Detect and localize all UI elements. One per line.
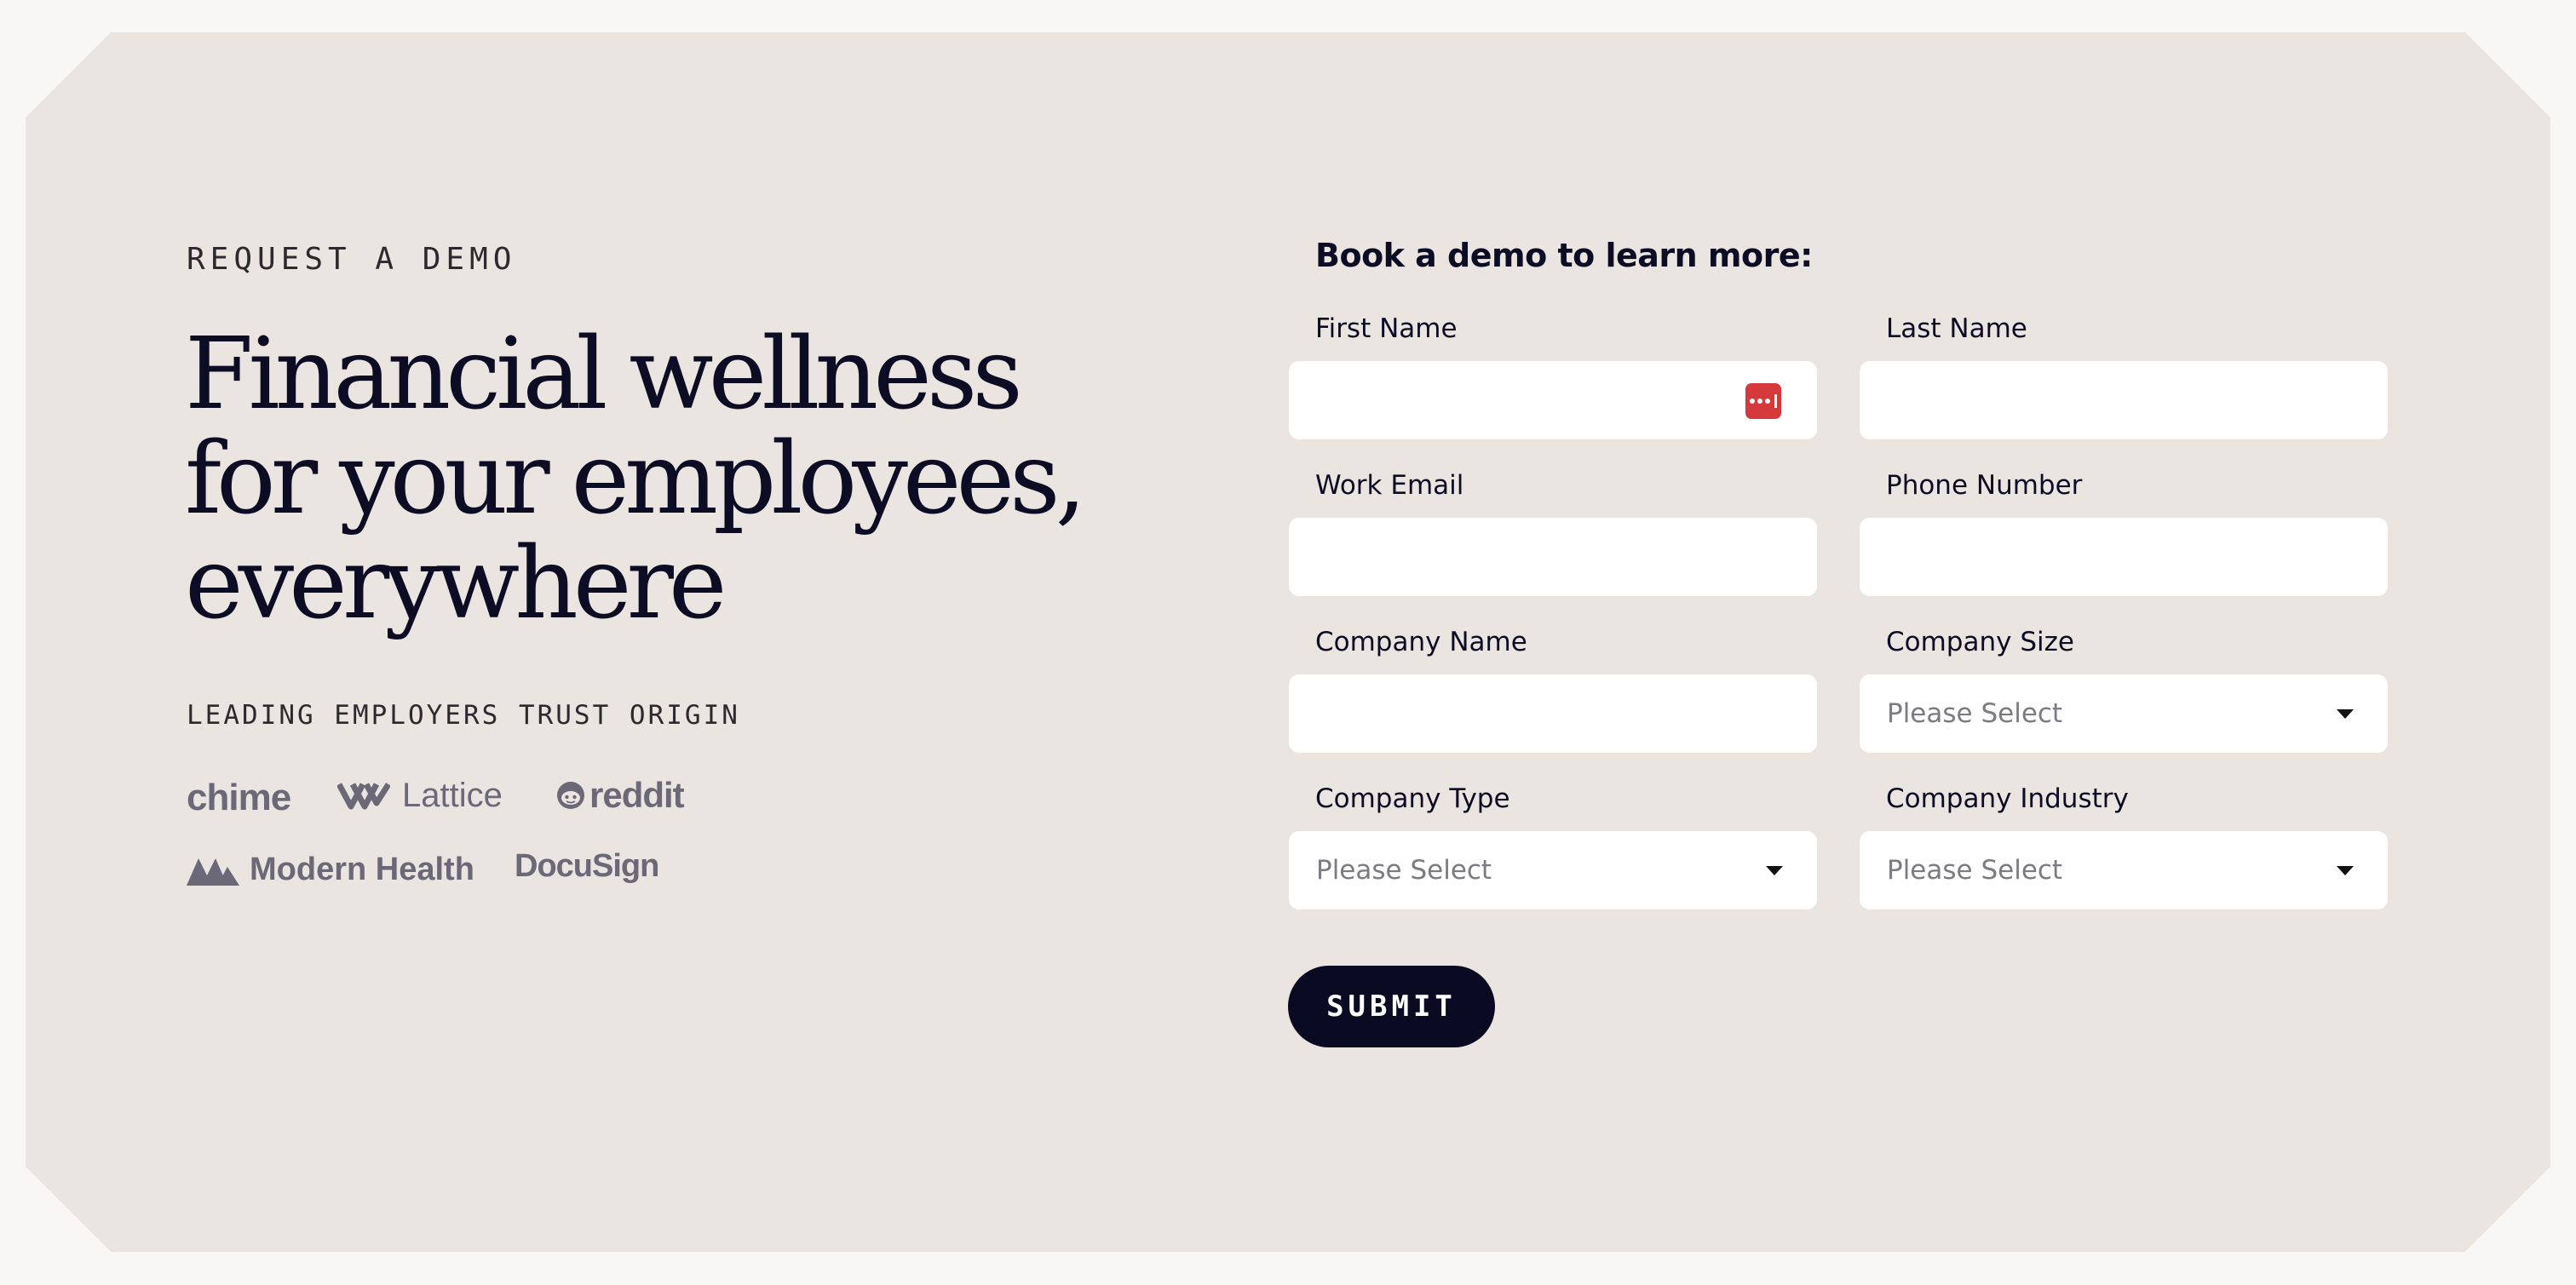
modern-health-logo: Modern Health — [187, 852, 474, 888]
company-size-label: Company Size — [1886, 627, 2074, 657]
company-industry-select[interactable]: Please Select — [1860, 831, 2388, 909]
company-name-input[interactable] — [1289, 674, 1817, 753]
first-name-label: First Name — [1315, 313, 1458, 344]
company-type-selected: Please Select — [1316, 855, 1492, 886]
trust-label: LEADING EMPLOYERS TRUST ORIGIN — [187, 700, 740, 731]
last-name-label: Last Name — [1886, 313, 2027, 344]
company-type-label: Company Type — [1315, 783, 1510, 814]
company-industry-label: Company Industry — [1886, 783, 2129, 814]
lattice-logo: Lattice — [337, 777, 503, 815]
lattice-mark-icon — [337, 782, 390, 809]
first-name-input[interactable] — [1289, 361, 1817, 439]
company-size-selected: Please Select — [1887, 698, 2063, 729]
modern-health-logo-text: Modern Health — [250, 852, 474, 887]
chime-logo-text: chime — [187, 777, 291, 818]
chevron-down-icon — [2337, 865, 2354, 875]
company-industry-selected: Please Select — [1887, 855, 2063, 886]
work-email-label: Work Email — [1315, 470, 1464, 501]
chime-logo: chime — [187, 777, 291, 819]
modern-health-mountains-icon — [187, 858, 239, 886]
phone-number-input[interactable] — [1860, 518, 2388, 596]
phone-number-label: Phone Number — [1886, 470, 2083, 501]
demo-card — [26, 32, 2550, 1252]
page-title: Financial wellness for your employees, e… — [185, 317, 1087, 641]
reddit-logo: reddit — [555, 775, 685, 816]
eyebrow-label: REQUEST A DEMO — [187, 242, 517, 277]
docusign-logo: DocuSign — [515, 848, 659, 885]
docusign-logo-text: DocuSign — [515, 848, 659, 884]
company-size-select[interactable]: Please Select — [1860, 674, 2388, 753]
lattice-logo-text: Lattice — [402, 777, 503, 814]
company-name-label: Company Name — [1315, 627, 1527, 657]
submit-button[interactable]: SUBMIT — [1288, 966, 1495, 1047]
chevron-down-icon — [2337, 708, 2354, 719]
reddit-alien-icon — [557, 782, 584, 809]
password-manager-icon[interactable] — [1745, 383, 1781, 419]
company-type-select[interactable]: Please Select — [1289, 831, 1817, 909]
work-email-input[interactable] — [1289, 518, 1817, 596]
chevron-down-icon — [1766, 865, 1783, 875]
form-title: Book a demo to learn more: — [1315, 237, 1813, 274]
reddit-logo-text: reddit — [589, 775, 685, 815]
last-name-input[interactable] — [1860, 361, 2388, 439]
